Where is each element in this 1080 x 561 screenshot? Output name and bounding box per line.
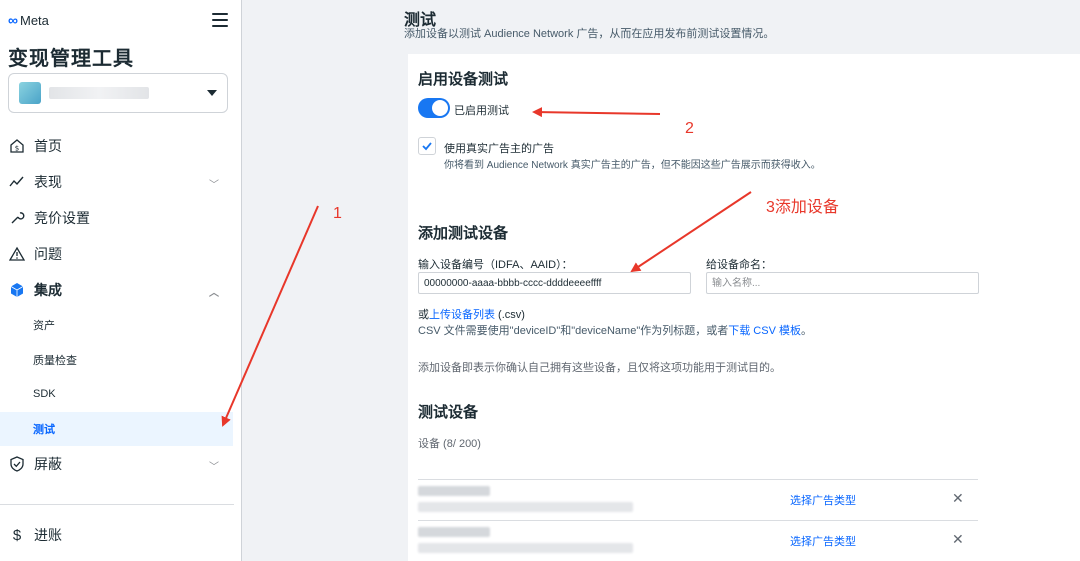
account-avatar bbox=[19, 82, 41, 104]
add-section-title: 添加测试设备 bbox=[418, 225, 509, 242]
nav-item-label: 首页 bbox=[34, 138, 62, 154]
nav-item-home[interactable]: $ 首页 bbox=[0, 128, 241, 164]
nav-item-label: 进账 bbox=[34, 527, 62, 543]
enable-testing-toggle[interactable] bbox=[418, 98, 450, 118]
select-ad-type-link[interactable]: 选择广告类型 bbox=[790, 492, 856, 508]
real-ads-checkbox[interactable] bbox=[418, 137, 436, 155]
nav-item-label: 集成 bbox=[34, 282, 62, 298]
chevron-up-icon: ︿ bbox=[209, 288, 219, 299]
dollar-icon: $ bbox=[12, 526, 22, 544]
select-ad-type-link[interactable]: 选择广告类型 bbox=[790, 533, 856, 549]
upload-row: 或上传设备列表 (.csv) bbox=[418, 306, 525, 322]
nav-item-integration[interactable]: 集成 ︿ bbox=[0, 272, 241, 308]
nav-item-label: 竞价设置 bbox=[34, 210, 90, 226]
wrench-icon bbox=[8, 209, 26, 227]
nav-item-blocking[interactable]: 屏蔽 ﹀ bbox=[0, 446, 241, 482]
nav-item-label: 屏蔽 bbox=[34, 456, 62, 472]
device-id-input[interactable] bbox=[418, 272, 691, 294]
download-csv-template-link[interactable]: 下载 CSV 模板 bbox=[728, 325, 801, 337]
checkbox-label: 使用真实广告主的广告 bbox=[444, 143, 554, 155]
csv-note-end: 。 bbox=[800, 325, 812, 337]
nav-item-performance[interactable]: 表现 ﹀ bbox=[0, 164, 241, 200]
menu-icon[interactable] bbox=[212, 13, 228, 27]
csv-note: CSV 文件需要使用"deviceID"和"deviceName"作为列标题，或… bbox=[418, 322, 812, 338]
csv-note-text: CSV 文件需要使用"deviceID"和"deviceName"作为列标题，或… bbox=[418, 325, 729, 337]
chevron-down-icon bbox=[207, 90, 217, 96]
page-description: 添加设备以测试 Audience Network 广告，从而在应用发布前测试设置… bbox=[404, 28, 775, 40]
chevron-down-icon: ﹀ bbox=[209, 462, 219, 473]
trend-line-icon bbox=[8, 173, 26, 191]
account-selector[interactable] bbox=[8, 73, 228, 113]
enable-section-title: 启用设备测试 bbox=[418, 71, 509, 88]
nav-item-label: 表现 bbox=[34, 174, 62, 190]
devices-section-title: 测试设备 bbox=[418, 404, 479, 421]
remove-device-icon[interactable]: ✕ bbox=[952, 490, 964, 507]
checkbox-description: 你将看到 Audience Network 真实广告主的广告，但不能因这些广告展… bbox=[444, 160, 821, 171]
toggle-label: 已启用测试 bbox=[454, 105, 509, 117]
subnav-item-assets[interactable]: 资产 bbox=[0, 308, 241, 343]
device-name-redacted bbox=[418, 527, 490, 537]
check-icon bbox=[422, 142, 432, 151]
device-id-redacted bbox=[418, 502, 633, 512]
svg-text:$: $ bbox=[15, 145, 19, 153]
device-name-label: 给设备命名： bbox=[706, 259, 772, 271]
nav-item-payouts[interactable]: $ 进账 bbox=[0, 517, 241, 553]
upload-device-list-link[interactable]: 上传设备列表 bbox=[429, 309, 495, 321]
app-title: 变现管理工具 bbox=[8, 48, 134, 70]
subnav-item-sdk[interactable]: SDK bbox=[0, 377, 241, 412]
device-name-input[interactable] bbox=[706, 272, 979, 294]
device-id-label: 输入设备编号（IDFA、AAID）： bbox=[418, 259, 573, 271]
nav-item-bidding[interactable]: 竞价设置 bbox=[0, 200, 241, 236]
device-name-redacted bbox=[418, 486, 490, 496]
subnav-item-testing[interactable]: 测试 bbox=[0, 411, 233, 446]
sidebar-divider bbox=[0, 504, 234, 505]
subnav-item-quality-check[interactable]: 质量检查 bbox=[0, 343, 241, 378]
device-id-redacted bbox=[418, 543, 633, 553]
account-name-redacted bbox=[49, 87, 149, 99]
devices-count: 设备 (8/ 200) bbox=[418, 438, 481, 450]
meta-logo[interactable]: ∞ Meta bbox=[8, 12, 49, 28]
device-row: 选择广告类型 ✕ bbox=[418, 520, 978, 560]
brand-name: Meta bbox=[19, 12, 49, 28]
home-dollar-icon: $ bbox=[8, 137, 26, 155]
sidebar-nav: $ 首页 表现 ﹀ 竞价设置 问题 集成 ︿ 资产 质量检查 SDK 测试 屏蔽… bbox=[0, 128, 241, 482]
remove-device-icon[interactable]: ✕ bbox=[952, 531, 964, 548]
nav-item-label: 问题 bbox=[34, 246, 62, 262]
annotation-label-2: 2 bbox=[685, 120, 694, 137]
consent-text: 添加设备即表示你确认自己拥有这些设备，且仅将这项功能用于测试目的。 bbox=[418, 362, 781, 374]
meta-infinity-icon: ∞ bbox=[8, 12, 18, 28]
cube-icon bbox=[8, 281, 26, 299]
shield-check-icon bbox=[8, 455, 26, 473]
nav-item-issues[interactable]: 问题 bbox=[0, 236, 241, 272]
toggle-knob bbox=[432, 100, 448, 116]
upload-prefix: 或 bbox=[418, 309, 429, 321]
annotation-label-3: 3添加设备 bbox=[766, 199, 839, 216]
upload-suffix: (.csv) bbox=[495, 309, 525, 321]
testing-card: 启用设备测试 已启用测试 使用真实广告主的广告 你将看到 Audience Ne… bbox=[408, 54, 1080, 561]
device-row: 选择广告类型 ✕ bbox=[418, 479, 978, 519]
main-content: 测试 添加设备以测试 Audience Network 广告，从而在应用发布前测… bbox=[242, 0, 1080, 561]
annotation-label-1: 1 bbox=[333, 205, 342, 222]
sidebar: ∞ Meta 变现管理工具 $ 首页 表现 ﹀ 竞价设置 问题 集成 ︿ 资产 … bbox=[0, 0, 242, 561]
sidebar-bottom: $ 进账 bbox=[0, 517, 241, 553]
logo-row: ∞ Meta bbox=[8, 10, 228, 30]
warning-icon bbox=[8, 245, 26, 263]
chevron-down-icon: ﹀ bbox=[209, 180, 219, 191]
